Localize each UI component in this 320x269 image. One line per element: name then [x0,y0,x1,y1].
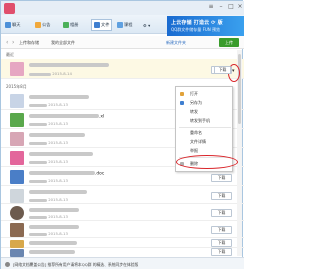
menu-item-forward[interactable]: 转发 [176,108,234,116]
album-icon [63,22,69,28]
file-thumbnail [10,94,24,108]
file-name [29,95,89,101]
menu-item-forward-to-phone[interactable]: 转发到手机 [176,117,234,125]
file-name [29,225,79,231]
files-tab-label: 文件 [101,22,110,27]
album-tab-label: 相册 [70,22,79,27]
file-name: .xl [29,114,104,120]
file-date: 2015-8-13 [29,102,68,107]
announce-tab[interactable]: 公告 [35,19,50,31]
close-icon[interactable]: × [236,3,244,10]
open-icon [180,92,184,96]
menu-icon[interactable]: ≡ [207,3,215,10]
upload-button[interactable]: 上传 [219,38,239,47]
forward-arrow-icon[interactable]: › [12,39,14,46]
download-button[interactable]: 下载 [211,248,232,256]
file-thumbnail [10,206,24,220]
breadcrumb-all-files[interactable]: 我的全部文件 [51,40,75,46]
folder-icon [94,22,100,28]
scrollbar-thumb[interactable] [238,54,241,124]
download-button[interactable]: 下载 [211,192,232,200]
menu-item-open[interactable]: 打开 [176,90,234,98]
file-row[interactable]: 2015-8-13 下载 [1,205,244,221]
file-name [29,190,87,196]
file-thumbnail [10,240,24,248]
file-row[interactable]: 2015-8-14 下载 [1,59,244,79]
file-thumbnail [10,151,24,165]
save-as-icon [180,101,184,105]
file-name [29,63,109,69]
files-tab[interactable]: 文件 [91,19,113,31]
file-name [29,133,85,139]
course-icon [117,22,123,28]
download-button[interactable]: 下载 [211,226,232,234]
banner-line1: 上云存储 打造云 ⟳ 版 [171,20,223,26]
info-icon [5,262,10,267]
breadcrumb-root[interactable]: 上传和存储 [19,40,39,46]
chat-icon [5,22,11,28]
delete-highlight-ellipse [176,155,238,169]
file-thumbnail [10,223,24,237]
course-tab[interactable]: 课程 [117,19,132,31]
title-bar: ≡ – □ × [1,1,244,15]
chat-tab[interactable]: 聊天 [5,19,20,31]
file-date: 2015-8-13 [29,140,68,145]
download-button[interactable]: 下载 [211,174,232,182]
more-tab[interactable]: ⚙ ▾ [143,19,150,31]
file-thumbnail [10,170,24,184]
status-text[interactable]: [网络文档覆盖公告] 推荐所有用户请将本QQ群 的精选、系统同步在体验版 [13,262,138,268]
announce-tab-label: 公告 [42,22,51,27]
album-tab[interactable]: 相册 [63,19,78,31]
file-name [29,241,77,247]
menu-item-rename[interactable]: 重命名 [176,129,234,137]
group-avatar [4,3,15,14]
file-date: 2015-8-13 [29,159,68,164]
chat-tab-label: 聊天 [12,22,21,27]
course-tab-label: 课程 [124,22,133,27]
minimize-icon[interactable]: – [217,3,225,10]
file-date: 2015-8-14 [29,71,72,76]
file-date: 2015-8-13 [29,121,68,126]
download-button[interactable]: 下载 [211,239,232,247]
menu-item-details[interactable]: 文件详情 [176,138,234,146]
file-name [29,152,93,158]
maximize-icon[interactable]: □ [227,3,235,10]
file-date: 2015-8-13 [29,197,68,202]
upload-button-label: 上传 [225,40,233,45]
file-nav-bar: ‹ › 上传和存储 我的全部文件 新建文件夹 上传 [1,36,244,49]
menu-item-save-as[interactable]: 另存为 [176,99,234,107]
section-recent: 最近 [6,52,14,57]
file-date: 2015-8-13 [29,178,68,183]
scrollbar[interactable] [237,50,242,256]
file-row[interactable]: 2015-8-13 下载 [1,222,244,238]
download-button[interactable]: 下载 [211,209,232,217]
announce-icon [35,22,41,28]
file-thumbnail [10,189,24,203]
file-name [29,250,75,256]
file-thumbnail [10,132,24,146]
back-arrow-icon[interactable]: ‹ [6,39,8,46]
group-files-window: ≡ – □ × 聊天 公告 相册 文件 课程 ⚙ ▾ 上云存储 打造云 ⟳ 版 [0,0,244,269]
section-month: 2015年8月 [6,84,27,89]
file-date: 2015-8-13 [29,231,68,236]
status-bar: [网络文档覆盖公告] 推荐所有用户请将本QQ群 的精选、系统同步在体验版 [1,257,244,269]
file-row[interactable]: 下载 [1,239,244,248]
row-dropdown-arrow-icon[interactable]: ▾ [232,68,235,74]
file-name [29,208,79,214]
file-thumbnail [10,113,24,127]
download-button[interactable]: 下载 [214,66,231,74]
promo-banner[interactable]: 上云存储 打造云 ⟳ 版 QQ群文件储存量 FUN 预览 [167,16,244,36]
menu-item-report[interactable]: 举报 [176,147,234,155]
file-row[interactable]: 下载 [1,248,244,257]
file-name: .doc [29,171,104,177]
file-date: 2015-8-13 [29,214,68,219]
new-folder-link[interactable]: 新建文件夹 [166,40,186,46]
menu-separator [179,127,231,128]
banner-line2: QQ群文件储存量 FUN 预览 [171,27,221,32]
file-row[interactable]: 2015-8-13 下载 [1,187,244,204]
more-tab-label: ⚙ ▾ [143,22,151,28]
file-thumbnail [10,62,24,76]
file-thumbnail [10,249,24,257]
